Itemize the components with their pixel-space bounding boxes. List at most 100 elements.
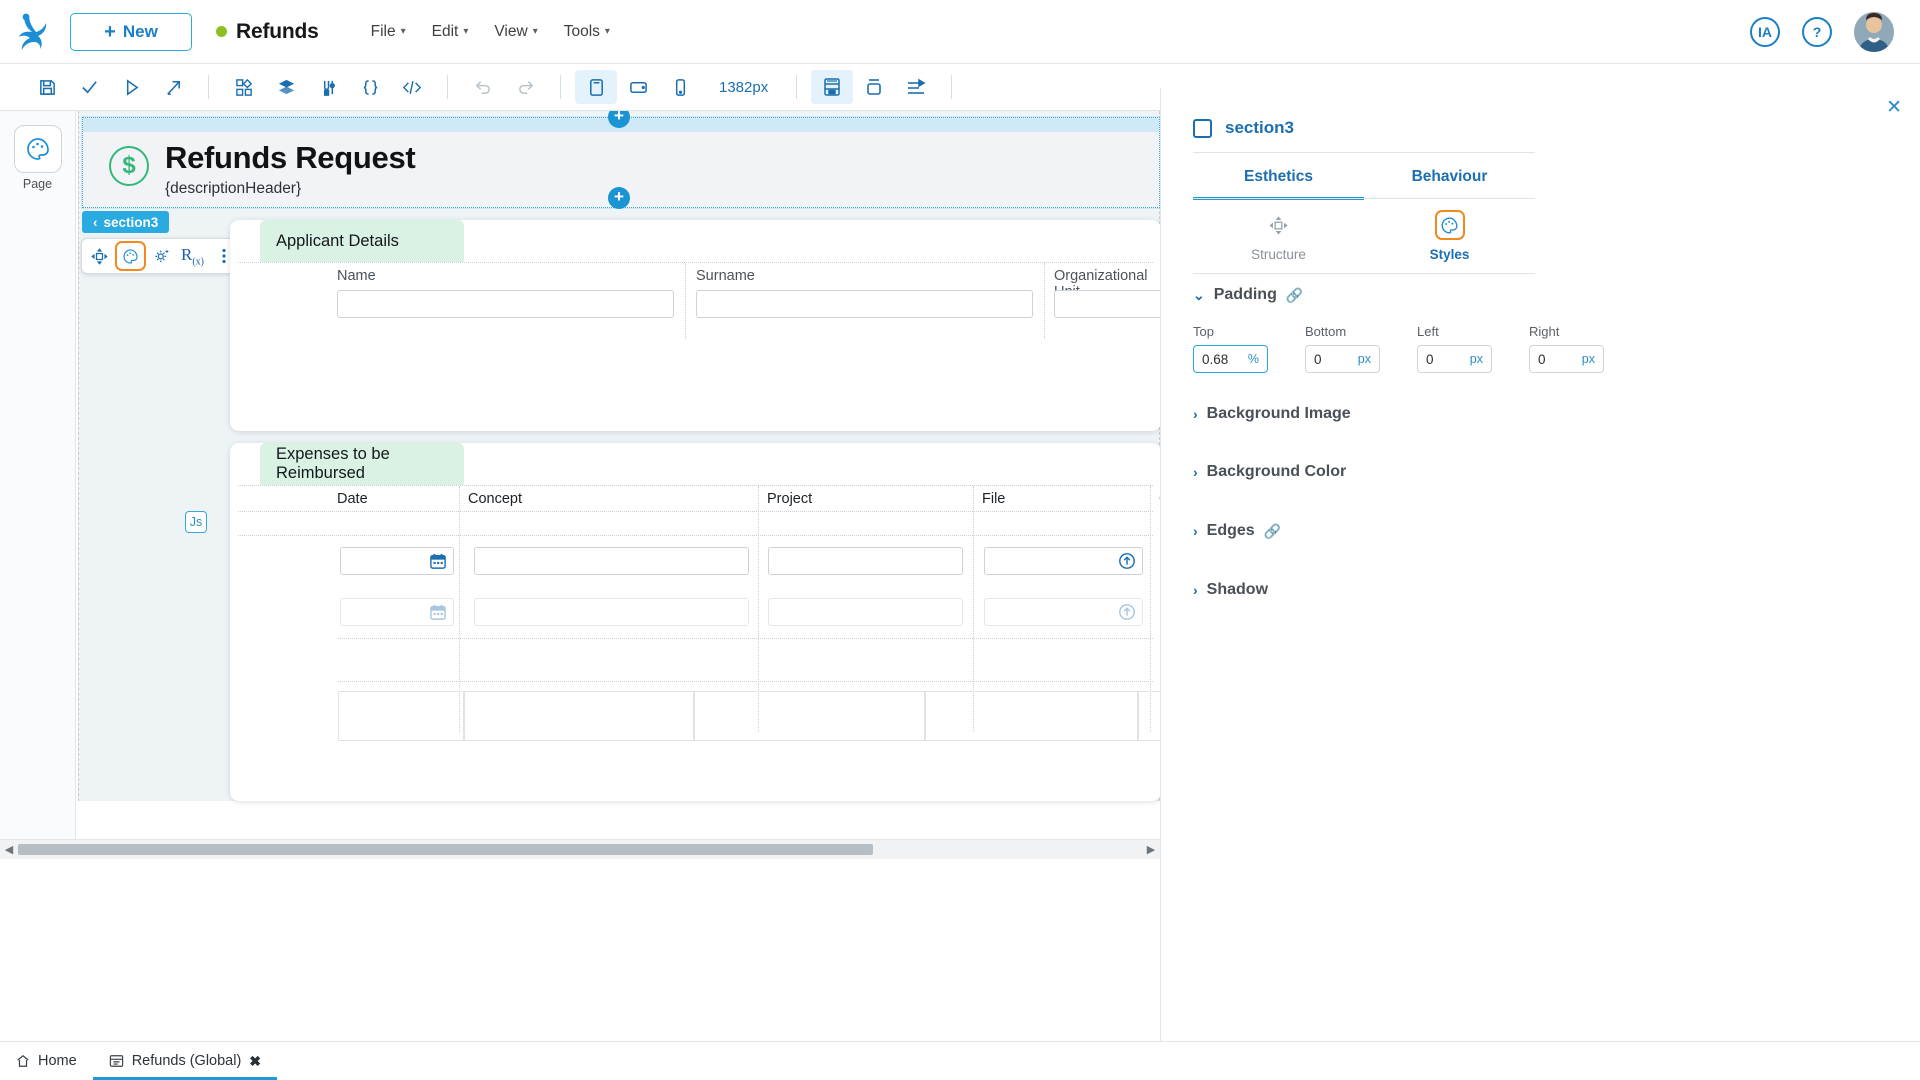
- close-icon[interactable]: ✖: [249, 1053, 261, 1070]
- align-icon[interactable]: [895, 70, 937, 104]
- organizational-unit-input[interactable]: [1054, 290, 1160, 318]
- link-icon[interactable]: 🔗: [1286, 287, 1303, 304]
- upload-icon[interactable]: [1118, 603, 1136, 621]
- undo-icon[interactable]: [462, 70, 504, 104]
- file-cell-row2[interactable]: [984, 598, 1143, 626]
- name-input[interactable]: [337, 290, 674, 318]
- section-background-image-label: Background Image: [1206, 405, 1351, 422]
- calendar-icon[interactable]: [430, 604, 446, 620]
- section-shadow[interactable]: › Shadow: [1193, 581, 1268, 599]
- project-indicator[interactable]: Refunds: [216, 20, 319, 44]
- panel-layout-icon[interactable]: [811, 70, 854, 104]
- desktop-view-icon[interactable]: [575, 70, 617, 104]
- file-cell-row1[interactable]: [984, 547, 1143, 575]
- data-binding-icon[interactable]: [307, 70, 349, 104]
- link-icon[interactable]: 🔗: [1264, 523, 1281, 540]
- concept-cell-row1[interactable]: [474, 547, 749, 575]
- section-background-color[interactable]: › Background Color: [1193, 463, 1346, 481]
- padding-bottom-unit: px: [1357, 352, 1371, 366]
- scroll-right-arrow-icon[interactable]: ▶: [1142, 843, 1160, 856]
- js-script-badge[interactable]: Js: [185, 511, 207, 533]
- calendar-icon[interactable]: [430, 553, 446, 569]
- scroll-left-arrow-icon[interactable]: ◀: [0, 843, 18, 856]
- viewport-width-value[interactable]: 1382px: [719, 79, 768, 96]
- summary-cell-2[interactable]: [464, 691, 694, 741]
- run-play-icon[interactable]: [110, 70, 152, 104]
- ia-assistant-icon[interactable]: IA: [1750, 16, 1780, 47]
- settings-gear-icon[interactable]: [146, 241, 177, 271]
- section-selection-badge[interactable]: ‹ section3: [82, 211, 170, 233]
- formula-rx-icon[interactable]: R(x): [177, 241, 208, 271]
- tablet-view-icon[interactable]: [617, 70, 659, 104]
- new-button[interactable]: + New: [70, 12, 192, 51]
- save-icon[interactable]: [26, 70, 68, 104]
- design-canvas: $ Refunds Request {descriptionHeader} + …: [76, 111, 1160, 839]
- layers-stack-icon[interactable]: [265, 70, 307, 104]
- code-icon[interactable]: [391, 70, 433, 104]
- mode-styles[interactable]: Styles: [1364, 210, 1535, 262]
- padding-top-input[interactable]: 0.68 %: [1193, 345, 1268, 373]
- move-resize-icon[interactable]: [84, 241, 115, 271]
- avatar[interactable]: [1854, 11, 1894, 52]
- close-icon[interactable]: ✕: [1886, 96, 1902, 119]
- page-palette-button[interactable]: [13, 125, 62, 173]
- scrollbar-thumb[interactable]: [18, 844, 873, 855]
- bottom-tab-home[interactable]: Home: [0, 1042, 93, 1080]
- scrollbar-track[interactable]: [18, 844, 1142, 855]
- summary-cell-1[interactable]: [338, 691, 464, 741]
- validate-check-icon[interactable]: [68, 70, 110, 104]
- divider: [238, 262, 1153, 263]
- toolbar-divider: [951, 75, 953, 99]
- divider: [238, 535, 1153, 536]
- mode-styles-label: Styles: [1429, 247, 1470, 262]
- deploy-export-icon[interactable]: [152, 70, 194, 104]
- section-background-image[interactable]: › Background Image: [1193, 405, 1351, 423]
- date-cell-row1[interactable]: [340, 547, 454, 575]
- section-edges[interactable]: › Edges 🔗: [1193, 522, 1281, 540]
- padding-top-unit: %: [1247, 352, 1259, 366]
- menu-tools[interactable]: Tools ▾: [564, 23, 610, 41]
- menu-view[interactable]: View ▾: [494, 23, 537, 41]
- redo-icon[interactable]: [504, 70, 546, 104]
- padding-bottom-input[interactable]: 0 px: [1305, 345, 1380, 373]
- help-icon[interactable]: ?: [1802, 16, 1832, 47]
- divider: [238, 485, 1153, 486]
- surname-input[interactable]: [696, 290, 1033, 318]
- summary-cell-3[interactable]: [694, 691, 925, 741]
- menu-edit[interactable]: Edit ▾: [432, 23, 469, 41]
- bottom-tab-refunds[interactable]: Refunds (Global) ✖: [92, 1042, 278, 1080]
- mode-structure[interactable]: Structure: [1193, 210, 1364, 262]
- column-header-concept: Concept: [468, 491, 523, 507]
- components-grid-icon[interactable]: [223, 70, 265, 104]
- project-cell-row2[interactable]: [768, 598, 963, 626]
- tab-esthetics[interactable]: Esthetics: [1193, 168, 1364, 200]
- divider: [685, 263, 686, 339]
- summary-cell-4[interactable]: [925, 691, 1138, 741]
- project-cell-row1[interactable]: [768, 547, 963, 575]
- tab-behaviour[interactable]: Behaviour: [1364, 168, 1535, 200]
- padding-right-input[interactable]: 0 px: [1529, 345, 1604, 373]
- summary-cell-5[interactable]: [1138, 691, 1160, 741]
- plus-icon: +: [104, 20, 116, 43]
- date-cell-row2[interactable]: [340, 598, 454, 626]
- palette-styles-icon[interactable]: [115, 241, 146, 271]
- palette-styles-icon: [1434, 210, 1465, 240]
- section-padding[interactable]: ⌄ Padding 🔗: [1193, 286, 1303, 304]
- back-chevron-icon: ‹: [93, 214, 98, 230]
- padding-bottom-label: Bottom: [1305, 324, 1347, 339]
- divider: [238, 511, 1153, 512]
- padding-top-value: 0.68: [1202, 351, 1229, 367]
- menu-file[interactable]: File ▾: [371, 23, 406, 41]
- concept-cell-row2[interactable]: [474, 598, 749, 626]
- upload-icon[interactable]: [1118, 552, 1136, 570]
- padding-left-input[interactable]: 0 px: [1417, 345, 1492, 373]
- add-section-below-handle[interactable]: +: [608, 187, 630, 209]
- container-icon[interactable]: [853, 70, 895, 104]
- column-header-project: Project: [767, 491, 813, 507]
- braces-icon[interactable]: [349, 70, 391, 104]
- mobile-view-icon[interactable]: [659, 70, 701, 104]
- column-header-date: Date: [337, 491, 368, 507]
- canvas-horizontal-scrollbar[interactable]: ◀ ▶: [0, 839, 1160, 859]
- toolbar-divider: [796, 75, 798, 99]
- frog-logo-icon[interactable]: [0, 12, 70, 52]
